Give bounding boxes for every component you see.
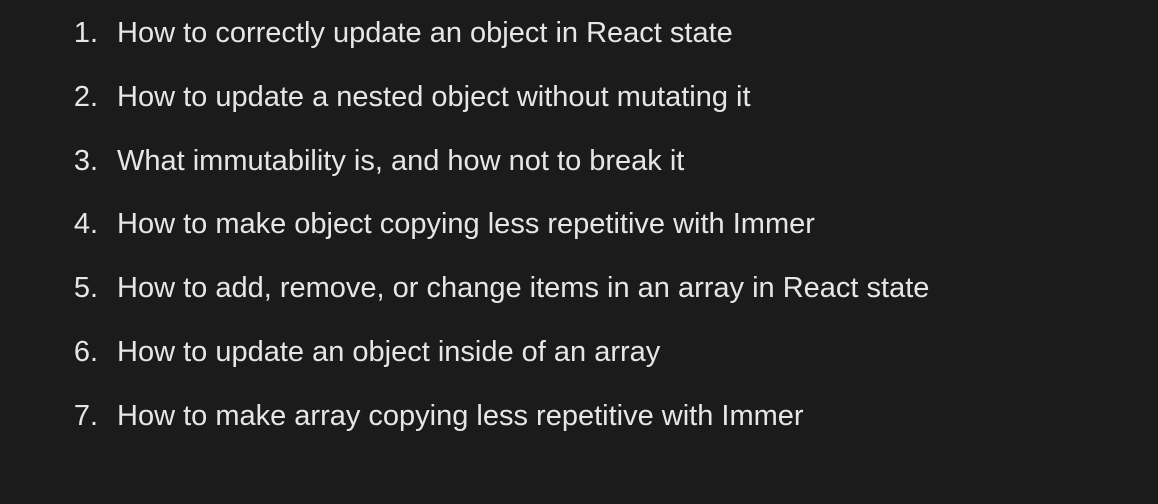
- list-item: 5. How to add, remove, or change items i…: [0, 269, 1158, 333]
- list-item: 6. How to update an object inside of an …: [0, 333, 1158, 397]
- list-item: 7. How to make array copying less repeti…: [0, 397, 1158, 461]
- list-item: 3. What immutability is, and how not to …: [0, 142, 1158, 206]
- list-item-text: How to make array copying less repetitiv…: [117, 399, 804, 432]
- list-item: 1. How to correctly update an object in …: [0, 14, 1158, 78]
- list-item-number: 2.: [73, 80, 98, 113]
- list-item-number: 7.: [73, 399, 98, 432]
- list-item: 4. How to make object copying less repet…: [0, 205, 1158, 269]
- content-area: 1. How to correctly update an object in …: [0, 0, 1158, 504]
- list-item-number: 4.: [73, 208, 98, 241]
- list-item-text: What immutability is, and how not to bre…: [117, 144, 685, 177]
- list-item-number: 5.: [73, 272, 98, 305]
- list-item-text: How to add, remove, or change items in a…: [117, 272, 930, 305]
- list-item-number: 3.: [73, 144, 98, 177]
- list-item-text: How to correctly update an object in Rea…: [117, 17, 733, 49]
- list-item-text: How to update a nested object without mu…: [117, 80, 751, 113]
- list-item-text: How to update an object inside of an arr…: [117, 335, 661, 368]
- list-item-text: How to make object copying less repetiti…: [117, 208, 815, 241]
- list-item-number: 6.: [73, 335, 98, 368]
- topic-list: 1. How to correctly update an object in …: [0, 14, 1158, 461]
- list-item-number: 1.: [73, 17, 98, 49]
- list-item: 2. How to update a nested object without…: [0, 78, 1158, 142]
